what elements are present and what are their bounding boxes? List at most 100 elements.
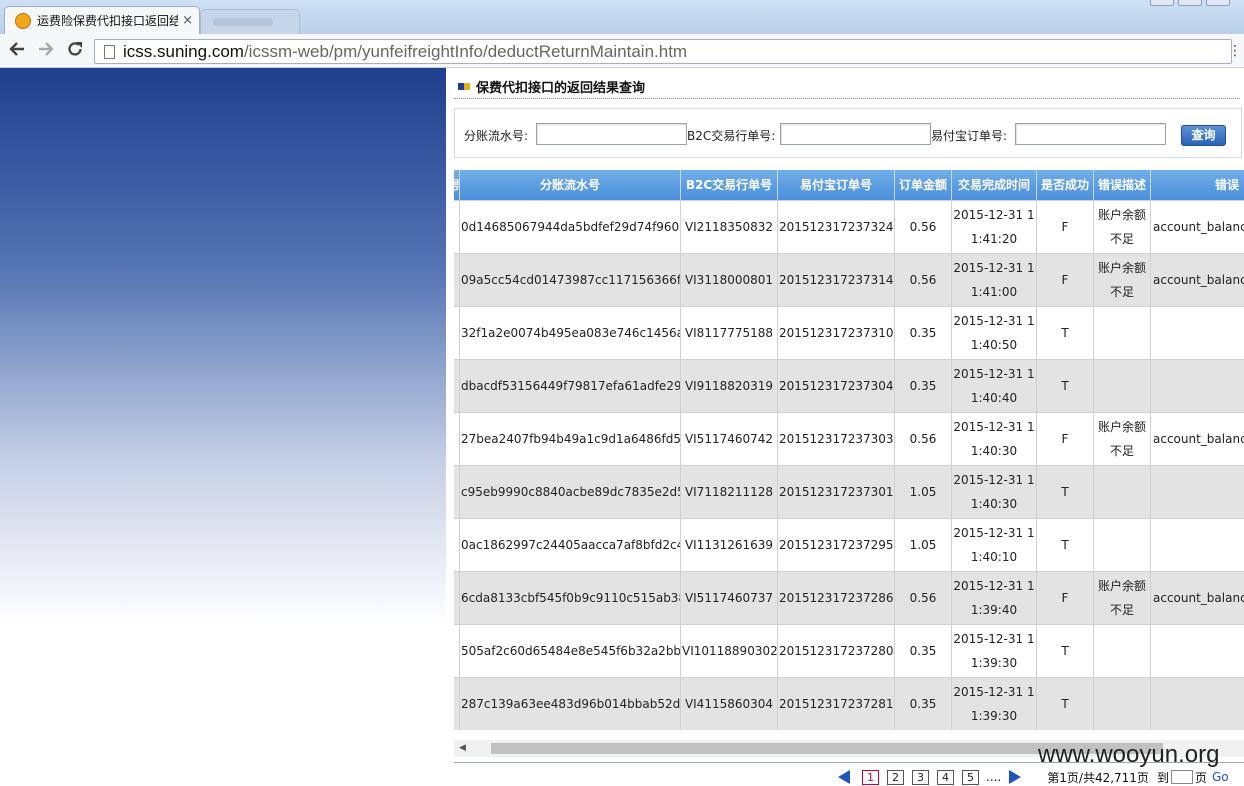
b2c-order-label: B2C交易行单号: [687, 127, 775, 144]
amount-cell: 0.35 [895, 306, 952, 359]
split-serial-cell: 32f1a2e0074b495ea083e746c1456a19 [460, 306, 681, 359]
b2c-order-cell: VI5117460742 [681, 412, 778, 465]
goto-page-input[interactable] [1171, 770, 1193, 784]
url-host: icss.suning.com [123, 42, 244, 61]
tab-close-icon[interactable]: × [182, 13, 193, 28]
table-row[interactable]: 09a5cc54cd01473987cc117156366f3fVI311800… [454, 253, 1244, 306]
split-serial-input[interactable] [536, 123, 687, 145]
browser-menu-icon[interactable]: ⋮ [1228, 43, 1242, 59]
window-minimize-button[interactable] [1150, 0, 1174, 6]
b2c-order-cell: VI4115860304 [681, 677, 778, 730]
page-unit-label: 页 [1195, 769, 1207, 786]
page-link[interactable]: 3 [912, 770, 929, 785]
error-code-cell [1151, 465, 1244, 518]
error-desc-cell: 账户余额不足 [1094, 571, 1151, 624]
section-header: 保费代扣接口的返回结果查询 [458, 77, 645, 96]
epay-order-cell: 2015123172373049 [778, 359, 895, 412]
url-text: icss.suning.com/icssm-web/pm/yunfeifreig… [123, 42, 687, 62]
error-desc-cell [1094, 624, 1151, 677]
split-serial-cell: 0d14685067944da5bdfef29d74f960bd [460, 200, 681, 253]
prev-page-icon[interactable] [838, 770, 850, 784]
page-link[interactable]: 1 [862, 770, 879, 785]
page-link[interactable]: 5 [962, 770, 979, 785]
browser-tab-active[interactable]: 运费险保费代扣接口返回结 × [4, 6, 200, 34]
success-flag-cell: T [1037, 465, 1094, 518]
column-header[interactable]: 错误描述 [1094, 170, 1151, 200]
result-table: 号 分账流水号 B2C交易行单号 易付宝订单号 订单金额 交易完成时间 是否成功… [454, 170, 1244, 730]
blurred-tab-title [213, 18, 273, 26]
title-marker-icon [458, 83, 470, 90]
error-code-cell: account_balance [1151, 571, 1244, 624]
error-code-cell [1151, 677, 1244, 730]
complete-time-cell: 2015-12-31 11:39:40 [952, 571, 1037, 624]
table-row[interactable]: dbacdf53156449f79817efa61adfe296VI911882… [454, 359, 1244, 412]
error-code-cell [1151, 306, 1244, 359]
column-header[interactable]: B2C交易行单号 [681, 170, 778, 200]
table-row[interactable]: 27bea2407fb94b49a1c9d1a6486fd5a1VI511746… [454, 412, 1244, 465]
column-header[interactable]: 是否成功 [1037, 170, 1094, 200]
main-content: 保费代扣接口的返回结果查询 分账流水号: B2C交易行单号: 易付宝订单号: 查… [454, 68, 1244, 785]
column-header[interactable]: 错误 [1151, 170, 1244, 200]
window-close-button[interactable] [1206, 0, 1230, 6]
table-row[interactable]: c95eb9990c8840acbe89dc7835e2d535VI711821… [454, 465, 1244, 518]
column-header[interactable]: 分账流水号 [460, 170, 681, 200]
page-link[interactable]: 2 [887, 770, 904, 785]
b2c-order-cell: VI1131261639 [681, 518, 778, 571]
column-header[interactable]: 订单金额 [895, 170, 952, 200]
b2c-order-cell: VI5117460737 [681, 571, 778, 624]
query-button[interactable]: 查询 [1181, 125, 1226, 146]
window-maximize-button[interactable] [1178, 0, 1202, 6]
watermark: www.wooyun.org [1038, 741, 1219, 769]
amount-cell: 0.56 [895, 200, 952, 253]
complete-time-cell: 2015-12-31 11:41:20 [952, 200, 1037, 253]
success-flag-cell: T [1037, 359, 1094, 412]
next-page-icon[interactable] [1009, 770, 1021, 784]
epay-order-cell: 2015123172373103 [778, 306, 895, 359]
page-info: 第1页/共42,711页 [1047, 769, 1149, 786]
browser-tab-strip: 运费险保费代扣接口返回结 × [0, 0, 1244, 34]
table-row[interactable]: 505af2c60d65484e8e545f6b32a2bb6dVI101188… [454, 624, 1244, 677]
split-serial-cell: dbacdf53156449f79817efa61adfe296 [460, 359, 681, 412]
b2c-order-cell: VI3118000801 [681, 253, 778, 306]
page-link[interactable]: 4 [937, 770, 954, 785]
table-body: 0d14685067944da5bdfef29d74f960bdVI211835… [454, 200, 1244, 730]
error-desc-cell: 账户余额不足 [1094, 412, 1151, 465]
b2c-order-cell: VI10118890302 [681, 624, 778, 677]
column-header[interactable]: 易付宝订单号 [778, 170, 895, 200]
amount-cell: 0.35 [895, 677, 952, 730]
amount-cell: 1.05 [895, 465, 952, 518]
column-header[interactable]: 交易完成时间 [952, 170, 1037, 200]
split-serial-cell: c95eb9990c8840acbe89dc7835e2d535 [460, 465, 681, 518]
table-row[interactable]: 32f1a2e0074b495ea083e746c1456a19VI811777… [454, 306, 1244, 359]
success-flag-cell: F [1037, 200, 1094, 253]
error-code-cell [1151, 624, 1244, 677]
epay-order-input[interactable] [1015, 123, 1166, 145]
forward-button[interactable] [35, 40, 57, 62]
split-serial-cell: 27bea2407fb94b49a1c9d1a6486fd5a1 [460, 412, 681, 465]
complete-time-cell: 2015-12-31 11:40:30 [952, 412, 1037, 465]
address-bar[interactable]: icss.suning.com/icssm-web/pm/yunfeifreig… [94, 39, 1232, 64]
table-row[interactable]: 6cda8133cbf545f0b9c9110c515ab384VI511746… [454, 571, 1244, 624]
reload-button[interactable] [64, 40, 86, 62]
epay-order-cell: 2015123172372869 [778, 571, 895, 624]
b2c-order-cell: VI9118820319 [681, 359, 778, 412]
split-serial-label: 分账流水号: [464, 127, 528, 144]
go-button[interactable]: Go [1212, 770, 1229, 784]
complete-time-cell: 2015-12-31 11:40:30 [952, 465, 1037, 518]
complete-time-cell: 2015-12-31 11:41:00 [952, 253, 1037, 306]
success-flag-cell: T [1037, 306, 1094, 359]
split-serial-cell: 09a5cc54cd01473987cc117156366f3f [460, 253, 681, 306]
success-flag-cell: F [1037, 253, 1094, 306]
error-desc-cell [1094, 465, 1151, 518]
epay-order-label: 易付宝订单号: [931, 127, 1007, 144]
table-row[interactable]: 287c139a63ee483d96b014bbab52df85VI411586… [454, 677, 1244, 730]
back-button[interactable] [6, 40, 28, 62]
scroll-left-icon[interactable]: ◀ [459, 743, 466, 753]
table-row[interactable]: 0d14685067944da5bdfef29d74f960bdVI211835… [454, 200, 1244, 253]
b2c-order-input[interactable] [780, 123, 931, 145]
table-row[interactable]: 0ac1862997c24405aacca7af8bfd2c48VI113126… [454, 518, 1244, 571]
browser-tab-inactive[interactable] [200, 9, 300, 34]
error-code-cell [1151, 518, 1244, 571]
split-serial-cell: 6cda8133cbf545f0b9c9110c515ab384 [460, 571, 681, 624]
result-grid: 号 分账流水号 B2C交易行单号 易付宝订单号 订单金额 交易完成时间 是否成功… [454, 170, 1244, 730]
